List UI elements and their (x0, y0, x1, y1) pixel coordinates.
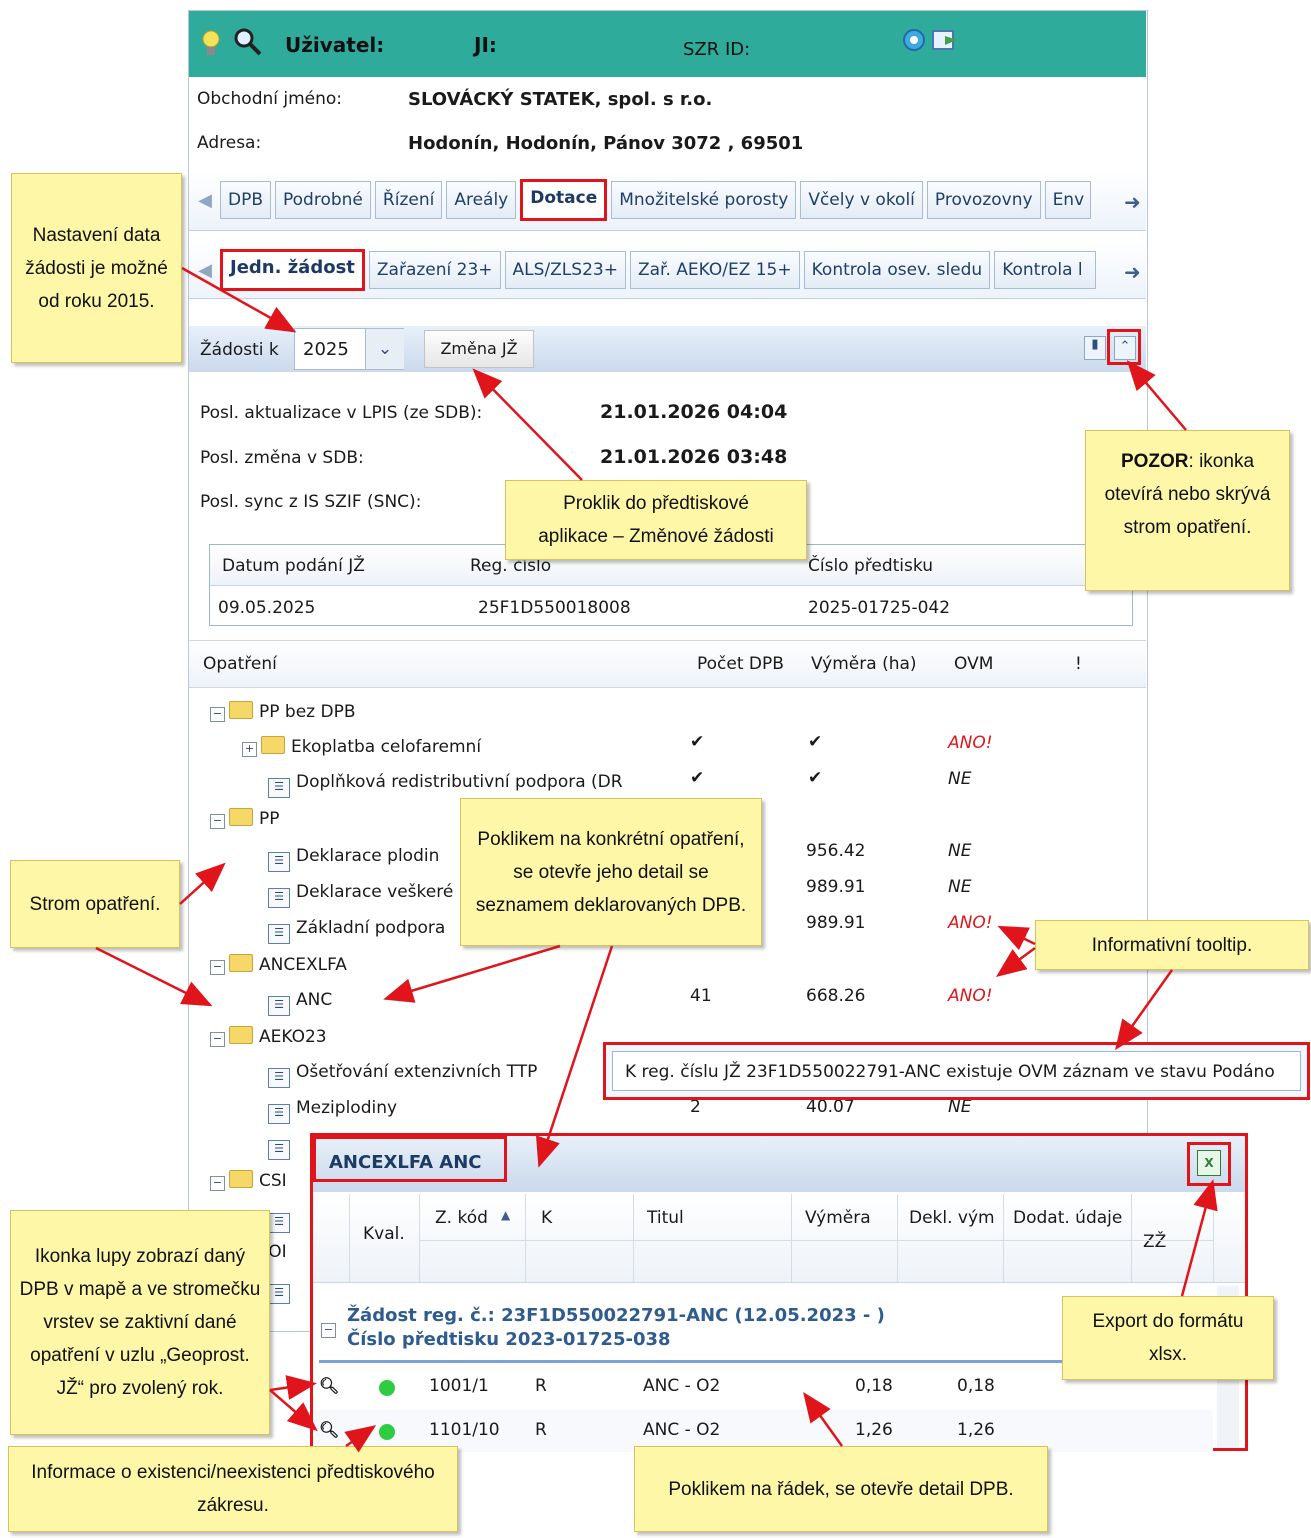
arrow (95, 946, 213, 1007)
arrow (383, 944, 561, 1003)
annotation-arrows (95, 266, 1218, 1453)
arrow (803, 1391, 844, 1447)
arrow (344, 1425, 377, 1453)
arrow (472, 368, 583, 481)
arrow (181, 266, 297, 333)
arrow (1126, 360, 1187, 431)
arrow (995, 946, 1036, 977)
arrow (1180, 1179, 1218, 1297)
arrow (997, 925, 1036, 951)
arrow (179, 862, 226, 905)
arrow (269, 1389, 318, 1432)
arrow (269, 1375, 317, 1400)
arrow (1115, 969, 1174, 1051)
arrow (536, 945, 614, 1168)
